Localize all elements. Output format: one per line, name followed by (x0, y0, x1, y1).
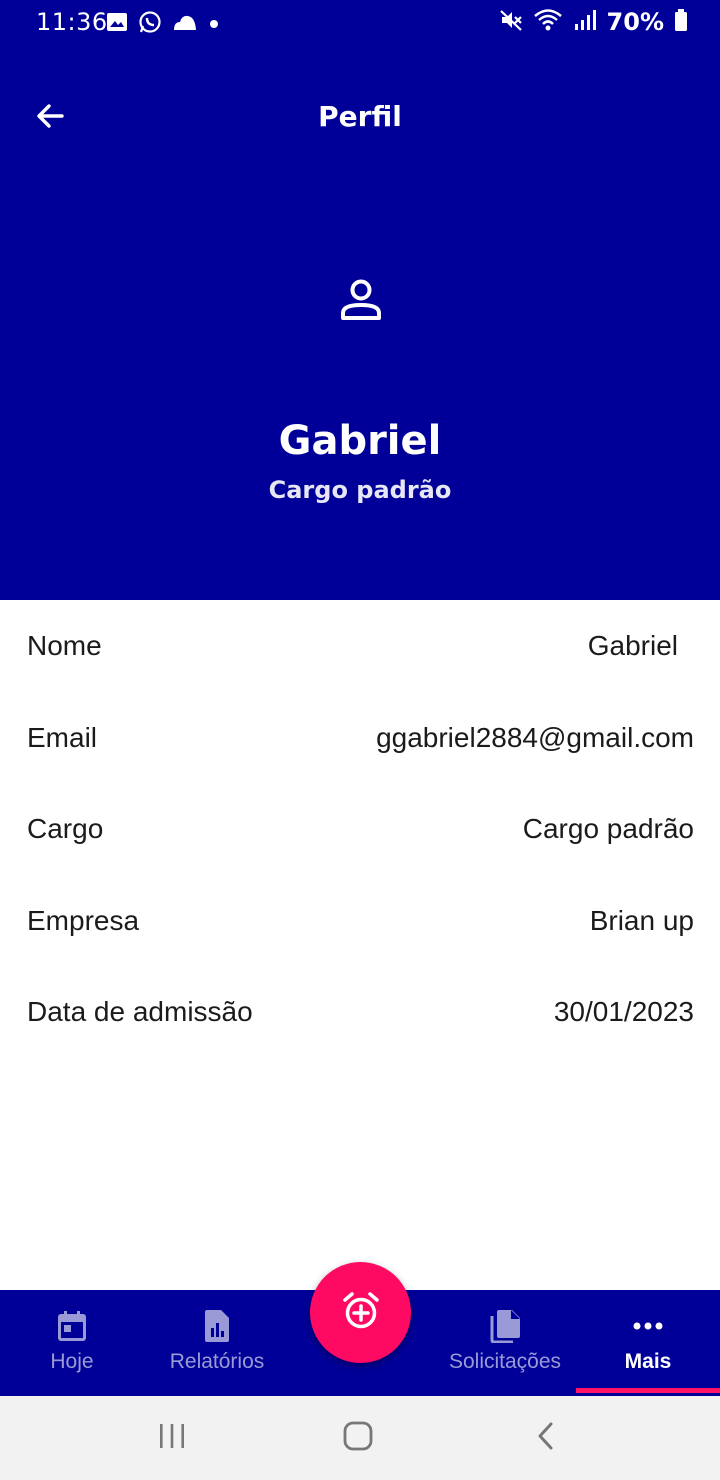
nav-label: Mais (624, 1350, 672, 1373)
detail-row-nome: Nome Gabriel (0, 616, 720, 676)
detail-row-admissao: Data de admissão 30/01/2023 (0, 982, 720, 1042)
detail-label: Email (27, 722, 98, 753)
battery-percent: 70% (606, 8, 664, 36)
signal-icon (573, 8, 597, 36)
nav-item-mais[interactable]: Mais (598, 1290, 698, 1396)
detail-row-empresa: Empresa Brian up (0, 891, 720, 951)
detail-label: Data de admissão (27, 996, 253, 1027)
detail-value: Cargo padrão (522, 813, 694, 844)
clock-in-fab[interactable] (310, 1262, 411, 1363)
nav-item-hoje[interactable]: Hoje (22, 1290, 122, 1396)
status-time: 11:36 (36, 8, 108, 36)
battery-icon (674, 8, 688, 36)
back-icon (535, 1421, 557, 1455)
recents-button[interactable] (152, 1420, 192, 1456)
report-icon (199, 1308, 235, 1344)
home-icon (342, 1420, 374, 1456)
image-icon (106, 12, 128, 36)
detail-label: Empresa (27, 905, 140, 936)
detail-value: Brian up (589, 905, 694, 936)
active-tab-indicator (576, 1388, 720, 1393)
detail-value: 30/01/2023 (553, 996, 694, 1027)
system-nav-bar (0, 1396, 720, 1480)
nav-item-relatorios[interactable]: Relatórios (155, 1290, 279, 1396)
home-button[interactable] (338, 1420, 378, 1456)
person-icon (336, 279, 386, 330)
dot-icon (208, 15, 220, 34)
profile-role: Cargo padrão (268, 476, 452, 504)
back-nav-button[interactable] (526, 1420, 566, 1456)
detail-label: Cargo (27, 813, 104, 844)
calendar-icon (54, 1308, 90, 1344)
detail-label: Nome (27, 630, 102, 661)
whatsapp-icon (138, 10, 162, 38)
documents-icon (487, 1308, 523, 1344)
nav-label: Relatórios (169, 1350, 265, 1373)
avatar (336, 276, 386, 326)
profile-header: Perfil Gabriel Cargo padrão (0, 46, 720, 600)
more-icon (630, 1308, 666, 1344)
alarm-add-icon (341, 1291, 381, 1335)
page-title: Perfil (318, 100, 402, 133)
detail-value: Gabriel (587, 630, 678, 661)
recents-icon (157, 1422, 187, 1454)
status-bar: 11:36 70% (0, 0, 720, 46)
wifi-icon (533, 8, 563, 36)
profile-name: Gabriel (278, 418, 442, 464)
nav-label: Solicitações (448, 1350, 562, 1373)
nav-label: Hoje (50, 1350, 94, 1373)
detail-value: ggabriel2884@gmail.com (376, 722, 694, 753)
mute-icon (499, 8, 523, 36)
detail-row-cargo: Cargo Cargo padrão (0, 799, 720, 859)
nav-item-solicitacoes[interactable]: Solicitações (436, 1290, 574, 1396)
detail-row-email: Email ggabriel2884@gmail.com (0, 708, 720, 768)
cloud-icon (172, 12, 198, 36)
